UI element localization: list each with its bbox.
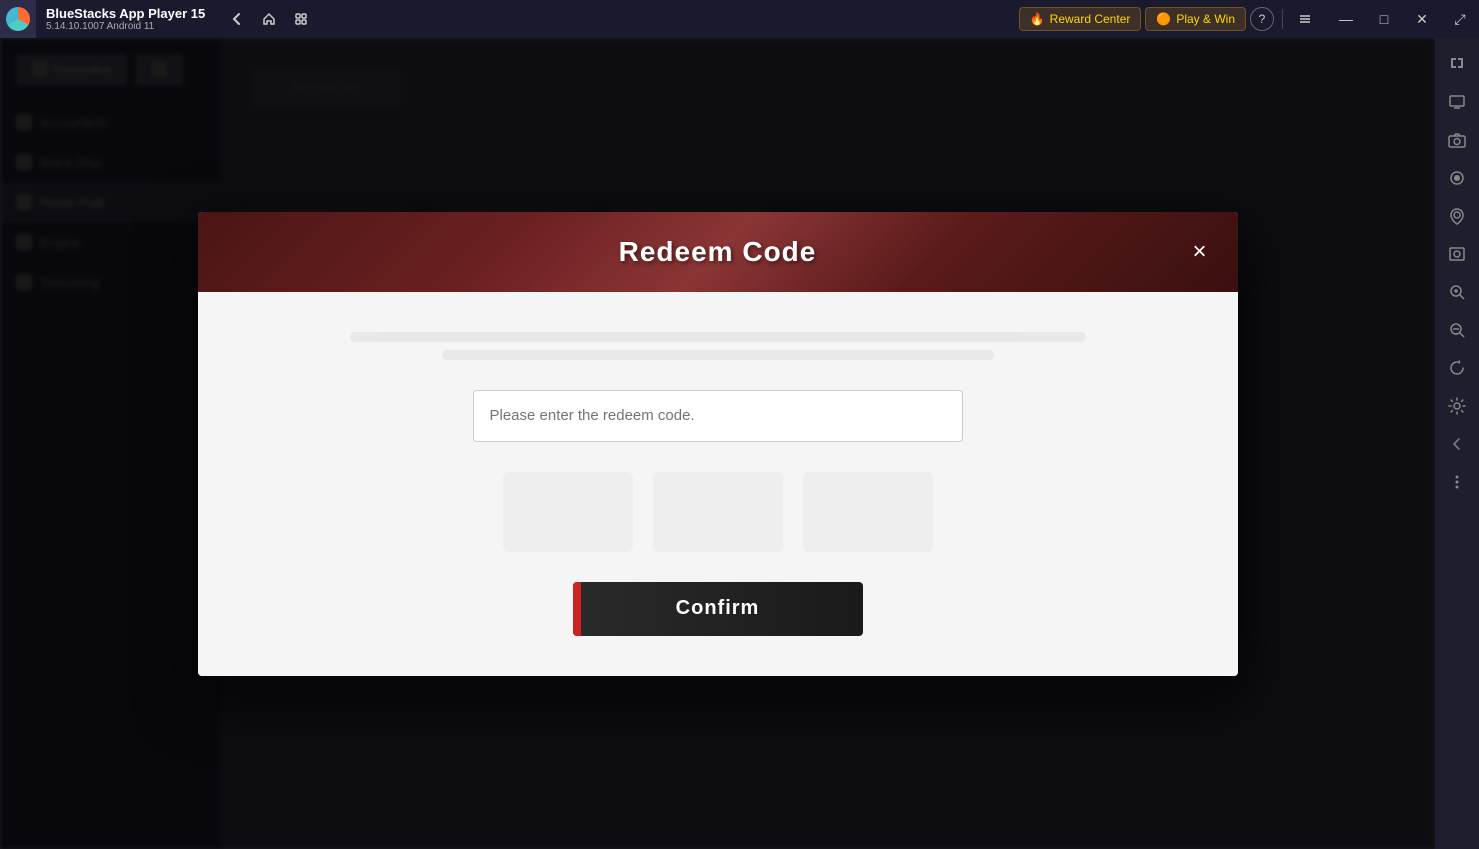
sidebar-settings-icon[interactable] [1439,388,1475,424]
modal-body: Confirm [198,292,1238,676]
window-controls: — □ ✕ ⤢ [1327,0,1479,38]
sidebar-expand-icon[interactable] [1439,46,1475,82]
redeem-code-modal: Redeem Code × [198,212,1238,676]
multi-button[interactable] [287,5,315,33]
menu-button[interactable] [1291,5,1319,33]
item-card-3 [803,472,933,552]
back-button[interactable] [223,5,251,33]
reward-center-button[interactable]: 🔥 Reward Center [1019,7,1142,31]
close-icon: × [1192,238,1206,266]
minimize-button[interactable]: — [1327,0,1365,38]
expand-window-button[interactable]: ⤢ [1441,0,1479,38]
close-window-button[interactable]: ✕ [1403,0,1441,38]
confirm-label: Confirm [676,597,760,620]
sidebar-display-icon[interactable] [1439,84,1475,120]
modal-overlay: Redeem Code × [0,38,1435,849]
sidebar-record-icon[interactable] [1439,160,1475,196]
right-sidebar [1435,38,1479,849]
play-win-icon: 🟠 [1156,12,1171,26]
desc-line-2 [442,350,994,360]
help-icon: ? [1259,12,1266,26]
sidebar-screenshot-icon[interactable] [1439,236,1475,272]
sidebar-zoom-out-icon[interactable] [1439,312,1475,348]
reward-icon: 🔥 [1030,12,1045,26]
desc-line-1 [350,332,1086,342]
modal-items-row [503,472,933,552]
sidebar-location-icon[interactable] [1439,198,1475,234]
app-logo [0,0,36,38]
sidebar-zoom-in-icon[interactable] [1439,274,1475,310]
play-win-button[interactable]: 🟠 Play & Win [1145,7,1246,31]
item-card-1 [503,472,633,552]
sidebar-more-icon[interactable] [1439,464,1475,500]
app-info: BlueStacks App Player 15 5.14.10.1007 An… [36,6,215,32]
nav-buttons [215,5,323,33]
divider [1282,9,1283,29]
sidebar-refresh-icon[interactable] [1439,350,1475,386]
title-bar-center: 🔥 Reward Center 🟠 Play & Win ? [323,5,1327,33]
confirm-button[interactable]: Confirm [573,582,863,636]
modal-title: Redeem Code [619,236,817,268]
reward-center-label: Reward Center [1050,12,1131,26]
logo-circle [6,7,30,31]
item-card-2 [653,472,783,552]
app-version: 5.14.10.1007 Android 11 [46,21,205,32]
app-name: BlueStacks App Player 15 [46,6,205,21]
home-button[interactable] [255,5,283,33]
sidebar-camera-icon[interactable] [1439,122,1475,158]
modal-close-button[interactable]: × [1182,234,1218,270]
modal-description [258,332,1178,360]
main-content: Personalize Accountinfo Maint Disp. Home… [0,38,1435,849]
help-button[interactable]: ? [1250,7,1274,31]
sidebar-back-icon[interactable] [1439,426,1475,462]
modal-header: Redeem Code × [198,212,1238,292]
maximize-button[interactable]: □ [1365,0,1403,38]
play-win-label: Play & Win [1176,12,1235,26]
title-bar: BlueStacks App Player 15 5.14.10.1007 An… [0,0,1479,38]
redeem-code-input[interactable] [473,390,963,442]
